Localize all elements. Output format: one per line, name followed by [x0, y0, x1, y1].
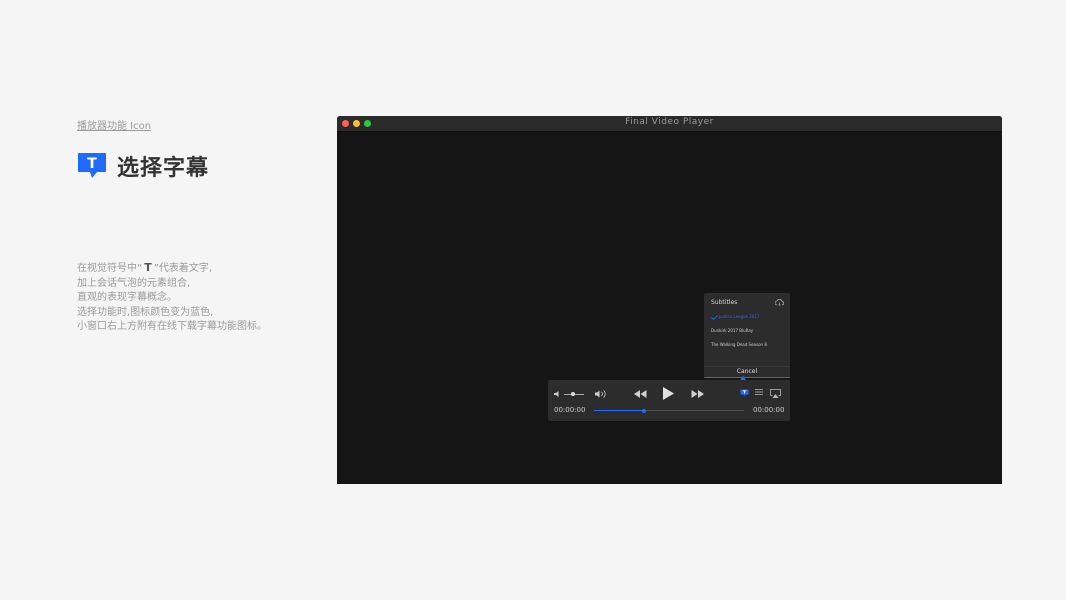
desc-line-2: 加上会话气泡的元素组合, — [77, 277, 191, 289]
progress-fill — [594, 410, 644, 411]
progress-bar[interactable] — [594, 408, 744, 413]
cancel-button[interactable]: Cancel — [704, 366, 790, 378]
volume-high-icon[interactable] — [595, 389, 608, 399]
player-window: Final Video Player Subtitles Justice Lea… — [337, 116, 1002, 484]
subtitle-option[interactable]: The Walking Dead Season 8 — [711, 342, 767, 347]
current-time: 00:00:00 — [554, 406, 586, 414]
subtitles-popup: Subtitles Justice League 2017 Dunkirk 20… — [704, 293, 790, 378]
rewind-icon[interactable] — [634, 390, 647, 398]
desc-line-5: 小窗口右上方附有在线下载字幕功能图标。 — [77, 321, 267, 332]
description: 在视觉符号中“ T ”代表着文字, 加上会话气泡的元素组合, 直观的表现字幕概念。 … — [77, 261, 267, 335]
play-icon[interactable] — [663, 387, 674, 400]
breadcrumb[interactable]: 播放器功能 Icon — [77, 117, 151, 132]
subtitle-option[interactable]: Justice League 2017 — [711, 314, 759, 320]
volume-knob[interactable] — [571, 392, 575, 396]
cloud-download-icon[interactable] — [775, 299, 784, 306]
subtitles-header: Subtitles — [711, 299, 738, 306]
feature-title-row: T 选择字幕 — [77, 150, 209, 182]
fast-forward-icon[interactable] — [691, 390, 704, 398]
window-title: Final Video Player — [625, 117, 714, 127]
progress-knob[interactable] — [641, 408, 646, 413]
playlist-icon[interactable] — [755, 389, 763, 395]
page-title: 选择字幕 — [117, 156, 210, 181]
airplay-icon[interactable] — [770, 389, 781, 398]
desc-line-3: 直观的表现字幕概念。 — [77, 292, 177, 303]
subtitle-icon[interactable] — [740, 389, 749, 397]
subtitle-bubble-icon: T — [78, 153, 106, 178]
subtitle-option[interactable]: Dunkirk 2017 BluRay — [711, 328, 753, 333]
total-time: 00:00:00 — [753, 406, 785, 414]
control-bar: 00:00:00 00:00:00 — [548, 376, 790, 421]
t-symbol: T — [144, 261, 152, 274]
popup-pointer — [740, 376, 746, 380]
volume-low-icon[interactable] — [554, 390, 562, 398]
desc-line-1: 在视觉符号中“ T ”代表着文字, — [77, 261, 213, 274]
svg-text:T: T — [87, 156, 97, 172]
title-bar[interactable]: Final Video Player — [337, 116, 1002, 132]
desc-line-4: 选择功能时,图标颜色变为蓝色, — [77, 306, 214, 318]
check-icon — [711, 314, 718, 320]
